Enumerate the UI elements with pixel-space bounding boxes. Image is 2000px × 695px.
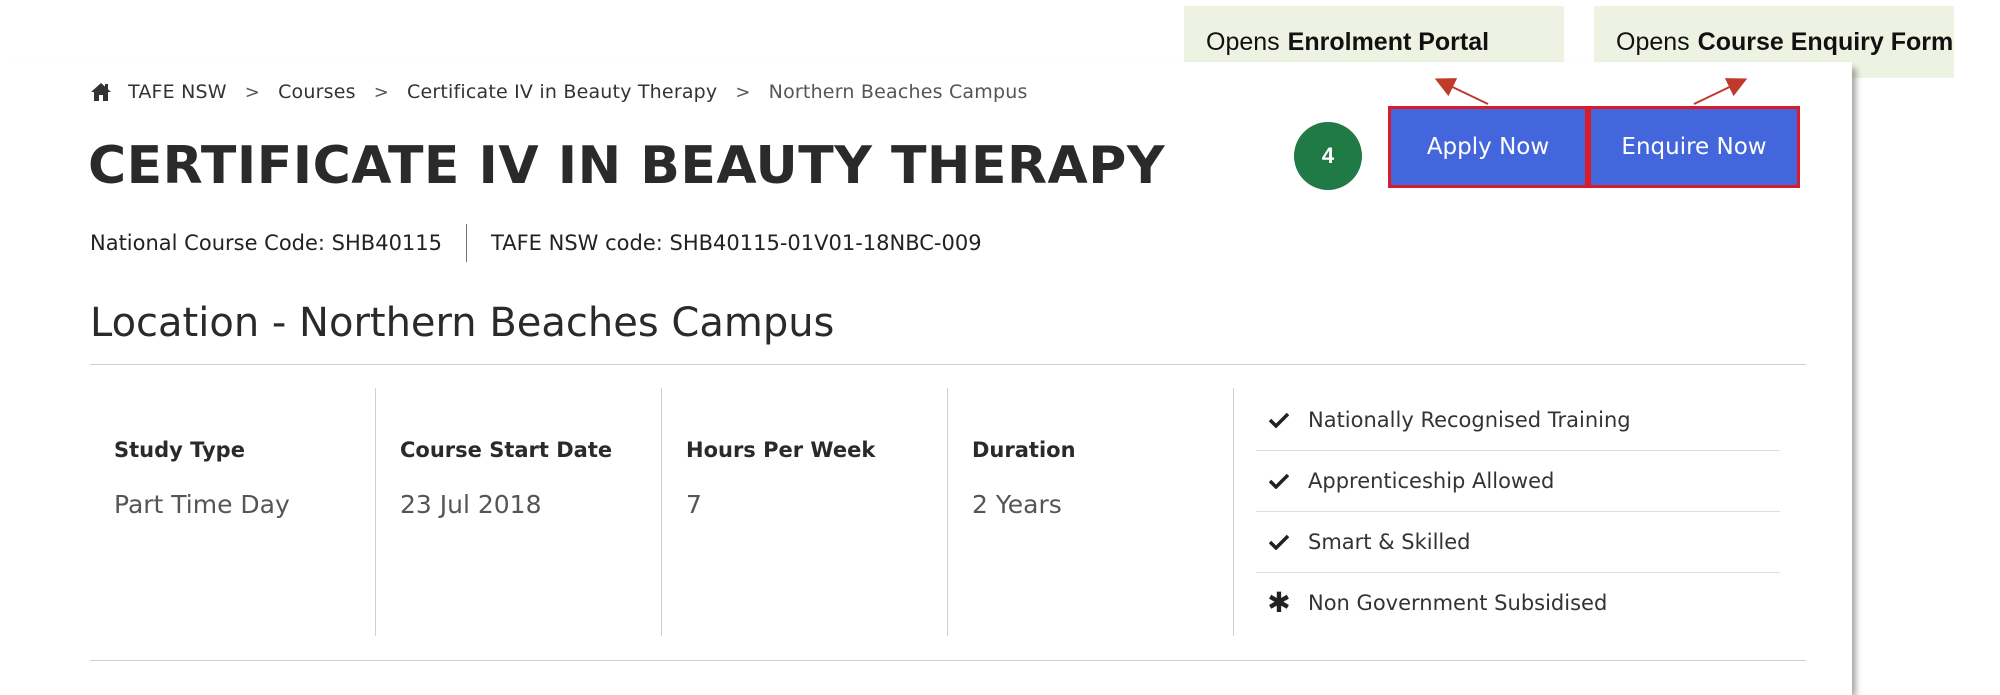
screenshot-stage: Opens Enrolment Portal Opens Course Enqu… [0,0,2000,695]
codes-divider [466,224,468,262]
feature-text: Smart & Skilled [1308,530,1471,554]
duration-label: Duration [972,438,1076,462]
list-item: Apprenticeship Allowed [1256,451,1780,512]
course-codes: National Course Code: SHB40115 TAFE NSW … [90,224,982,262]
enquire-now-button[interactable]: Enquire Now [1588,106,1800,188]
check-icon [1268,531,1290,553]
apply-callout-prefix: Opens [1206,27,1280,56]
study-type-value: Part Time Day [114,490,290,519]
start-date-column: Course Start Date 23 Jul 2018 [376,388,662,636]
duration-column: Duration 2 Years [948,388,1234,636]
page-title: CERTIFICATE IV IN BEAUTY THERAPY [88,136,1166,196]
section-divider [90,660,1806,661]
enquire-callout-target: Course Enquiry Form [1697,27,1954,56]
breadcrumb-item-course[interactable]: Certificate IV in Beauty Therapy [407,81,717,103]
enquire-callout-prefix: Opens [1616,27,1690,56]
breadcrumb-separator: > [244,81,261,103]
breadcrumb-separator: > [735,81,751,103]
feature-text: Apprenticeship Allowed [1308,469,1555,493]
feature-list: Nationally Recognised Training Apprentic… [1256,390,1780,633]
start-date-label: Course Start Date [400,438,613,462]
breadcrumb-separator: > [373,81,389,103]
section-divider [90,364,1806,365]
tafe-nsw-code: TAFE NSW code: SHB40115-01V01-18NBC-009 [491,231,982,255]
hours-per-week-label: Hours Per Week [686,438,876,462]
breadcrumb-item-courses[interactable]: Courses [278,81,356,103]
check-icon [1268,409,1290,431]
home-icon[interactable] [90,82,112,102]
feature-text: Non Government Subsidised [1308,591,1608,615]
breadcrumb: TAFE NSW > Courses > Certificate IV in B… [90,80,1028,104]
start-date-value: 23 Jul 2018 [400,490,542,519]
apply-now-button[interactable]: Apply Now [1388,106,1588,188]
feature-text: Nationally Recognised Training [1308,408,1631,432]
breadcrumb-item-tafe-nsw[interactable]: TAFE NSW [128,81,227,103]
location-heading: Location - Northern Beaches Campus [90,300,835,346]
study-type-label: Study Type [114,438,245,462]
hours-per-week-value: 7 [686,490,702,519]
asterisk-icon: ✱ [1267,586,1291,619]
breadcrumb-current: Northern Beaches Campus [768,81,1028,103]
national-course-code: National Course Code: SHB40115 [90,231,443,255]
apply-callout-target: Enrolment Portal [1287,27,1490,56]
study-type-column: Study Type Part Time Day [90,388,376,636]
list-item: ✱ Non Government Subsidised [1256,573,1780,633]
check-icon [1268,470,1290,492]
hours-per-week-column: Hours Per Week 7 [662,388,948,636]
duration-value: 2 Years [972,490,1062,519]
list-item: Nationally Recognised Training [1256,390,1780,451]
list-item: Smart & Skilled [1256,512,1780,573]
step-number-badge: 4 [1294,122,1362,190]
